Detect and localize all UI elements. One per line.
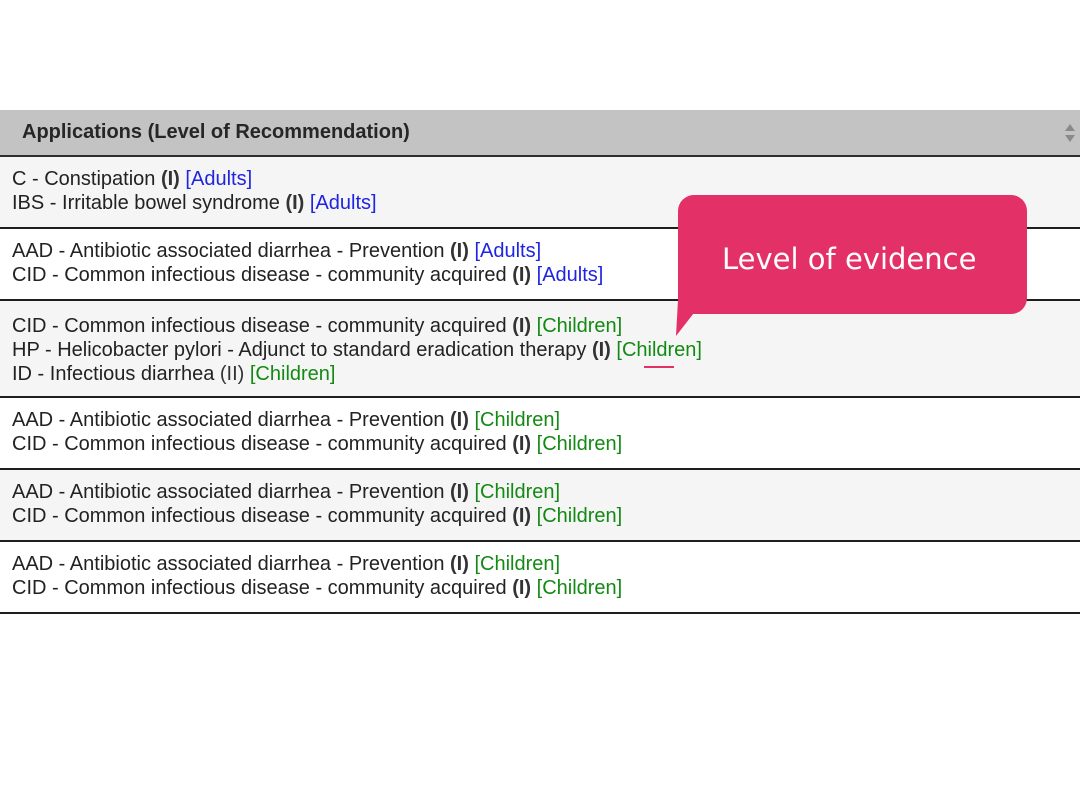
population-tag: [Children] (536, 315, 623, 337)
population-tag: [Children] (536, 505, 623, 527)
sort-arrows-icon[interactable] (1064, 123, 1076, 143)
population-tag: [Children] (249, 363, 336, 385)
population-tag: [Adults] (309, 192, 377, 214)
application-line: AAD - Antibiotic associated diarrhea - P… (12, 480, 1080, 504)
recommendation-level: (I) (512, 577, 532, 599)
table-row: AAD - Antibiotic associated diarrhea - P… (0, 470, 1080, 542)
recommendation-level: (I) (512, 505, 532, 527)
population-tag: [Children] (474, 481, 561, 503)
table-row: CID - Common infectious disease - commun… (0, 301, 1080, 398)
recommendation-level: (I) (512, 264, 532, 286)
recommendation-level: (I) (450, 481, 469, 503)
population-tag: [Children] (536, 433, 623, 455)
callout-text: Level of evidence (722, 242, 977, 276)
population-tag: [Adults] (474, 240, 542, 262)
population-tag: [Children] (536, 577, 623, 599)
application-line: C - Constipation (I) [Adults] (12, 167, 1080, 191)
application-line: CID - Common infectious disease - commun… (12, 576, 1080, 600)
recommendation-level: (I) (285, 192, 305, 214)
population-tag: [Children] (616, 339, 702, 361)
application-line: CID - Common infectious disease - commun… (12, 432, 1080, 456)
recommendation-level: (I) (450, 240, 469, 262)
application-line: AAD - Antibiotic associated diarrhea - P… (12, 552, 1080, 576)
population-tag: [Children] (474, 409, 561, 431)
table-row: AAD - Antibiotic associated diarrhea - P… (0, 542, 1080, 614)
table-header[interactable]: Applications (Level of Recommendation) (0, 110, 1080, 157)
application-name: AAD - Antibiotic associated diarrhea - P… (12, 481, 450, 503)
application-name: CID - Common infectious disease - commun… (12, 315, 513, 337)
recommendation-level: (I) (512, 315, 532, 337)
level-underline-mark (644, 366, 674, 368)
population-tag: [Adults] (536, 264, 604, 286)
recommendation-level: (I) (160, 168, 180, 190)
application-name: C - Constipation (12, 168, 161, 190)
column-header-applications[interactable]: Applications (Level of Recommendation) (22, 121, 410, 144)
recommendation-level: (II) (219, 363, 245, 385)
application-name: IBS - Irritable bowel syndrome (12, 192, 286, 214)
application-line: CID - Common infectious disease - commun… (12, 314, 1080, 338)
population-tag: [Adults] (185, 168, 253, 190)
population-tag: [Children] (474, 553, 561, 575)
application-line: CID - Common infectious disease - commun… (12, 504, 1080, 528)
application-name: ID - Infectious diarrhea (12, 363, 220, 385)
application-name: AAD - Antibiotic associated diarrhea - P… (12, 553, 450, 575)
application-line: HP - Helicobacter pylori - Adjunct to st… (12, 338, 1080, 362)
application-name: AAD - Antibiotic associated diarrhea - P… (12, 240, 450, 262)
application-name: CID - Common infectious disease - commun… (12, 264, 513, 286)
recommendation-level: (I) (450, 409, 469, 431)
application-name: CID - Common infectious disease - commun… (12, 433, 513, 455)
application-line: ID - Infectious diarrhea (II) [Children] (12, 362, 1080, 386)
application-line: AAD - Antibiotic associated diarrhea - P… (12, 408, 1080, 432)
application-name: HP - Helicobacter pylori - Adjunct to st… (12, 339, 592, 361)
level-of-evidence-callout: Level of evidence (678, 195, 1027, 314)
recommendation-level: (I) (512, 433, 532, 455)
application-name: CID - Common infectious disease - commun… (12, 577, 513, 599)
application-name: AAD - Antibiotic associated diarrhea - P… (12, 409, 450, 431)
recommendation-level: (I) (591, 339, 611, 361)
application-name: CID - Common infectious disease - commun… (12, 505, 513, 527)
recommendation-level: (I) (450, 553, 469, 575)
table-row: AAD - Antibiotic associated diarrhea - P… (0, 398, 1080, 470)
applications-table: Applications (Level of Recommendation) C… (0, 110, 1080, 614)
